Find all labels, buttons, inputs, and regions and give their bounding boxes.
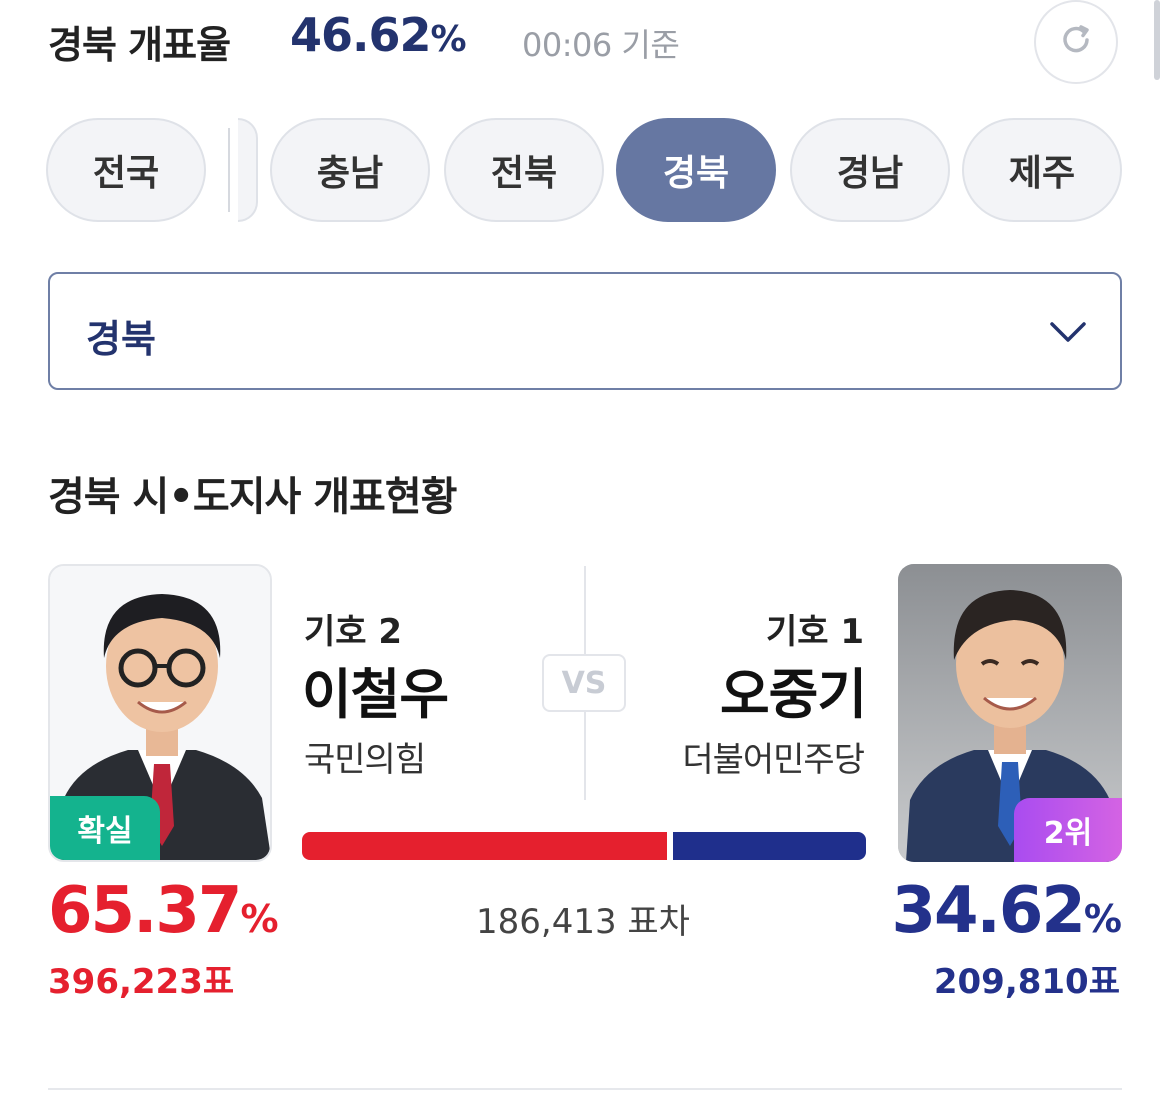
candidate-number-left: 기호 2: [304, 612, 403, 652]
tab-gyeongnam[interactable]: 경남: [790, 118, 950, 222]
tab-nationwide[interactable]: 전국: [46, 118, 206, 222]
page-title: 경북 개표율: [48, 23, 231, 67]
vs-badge: VS: [542, 654, 626, 712]
chevron-down-icon: [1046, 310, 1090, 358]
refresh-button[interactable]: [1034, 0, 1118, 84]
tab-divider: [228, 128, 230, 212]
scrollbar[interactable]: [1154, 0, 1160, 80]
counting-rate-value: 46.62: [290, 8, 432, 62]
vote-bar-right: [673, 832, 866, 860]
candidate-percent-right-value: 34.62: [891, 874, 1085, 948]
tab-chungnam[interactable]: 충남: [270, 118, 430, 222]
tab-partial[interactable]: [238, 118, 258, 222]
update-time: 00:06 기준: [522, 26, 680, 64]
candidate-votes-right: 209,810표: [933, 962, 1120, 1002]
candidate-name-left: 이철우: [302, 663, 449, 726]
tab-jeju[interactable]: 제주: [962, 118, 1122, 222]
candidate-number-right: 기호 1: [765, 612, 864, 652]
region-select-value: 경북: [86, 317, 156, 361]
section-title: 경북 시•도지사 개표현황: [48, 474, 457, 520]
tab-gyeongbuk[interactable]: 경북: [616, 118, 776, 222]
candidate-photo-left: 확실: [48, 564, 272, 862]
vote-difference: 186,413 표차: [476, 902, 690, 942]
refresh-icon: [1057, 21, 1095, 63]
candidate-percent-right: 34.62%: [891, 874, 1122, 948]
candidate-percent-left: 65.37%: [48, 874, 279, 948]
candidate-party-right: 더불어민주당: [682, 740, 865, 780]
rank-badge: 2위: [1014, 798, 1122, 862]
candidate-percent-right-unit: %: [1083, 897, 1122, 941]
section-divider: [48, 1088, 1122, 1090]
counting-rate: 46.62%: [290, 8, 467, 62]
vote-bar-left: [302, 832, 667, 860]
region-select[interactable]: 경북: [48, 272, 1122, 390]
candidate-percent-left-value: 65.37: [48, 874, 242, 948]
candidate-party-left: 국민의힘: [304, 740, 426, 780]
confirmed-badge: 확실: [50, 796, 160, 860]
tab-jeonbuk[interactable]: 전북: [444, 118, 604, 222]
candidate-votes-left: 396,223표: [48, 962, 235, 1002]
candidate-photo-right: 2위: [898, 564, 1122, 862]
counting-rate-unit: %: [430, 19, 467, 60]
candidate-percent-left-unit: %: [240, 897, 278, 941]
candidate-name-right: 오중기: [719, 663, 867, 726]
